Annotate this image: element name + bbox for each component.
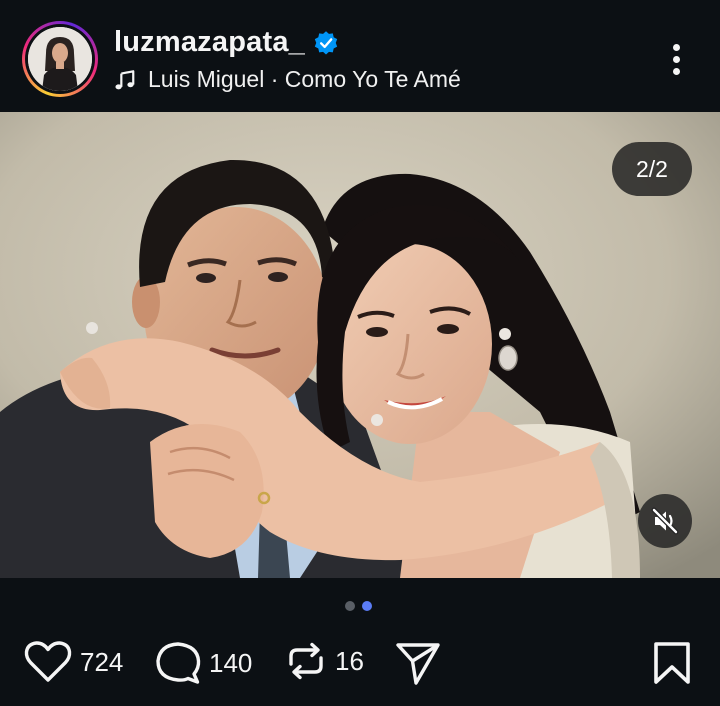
share-button[interactable] (394, 640, 442, 686)
carousel-dot (345, 601, 355, 611)
mute-button[interactable] (638, 494, 692, 548)
carousel-counter: 2/2 (612, 142, 692, 196)
action-bar: 724 140 16 (0, 632, 720, 698)
repost-button[interactable]: 16 (285, 640, 364, 682)
comment-button[interactable]: 140 (155, 640, 252, 686)
carousel-indicator (345, 601, 372, 611)
username[interactable]: luzmazapata_ (114, 26, 305, 59)
like-button[interactable]: 724 (24, 640, 123, 684)
comment-bubble-icon (156, 642, 201, 684)
music-note-icon (115, 69, 135, 89)
save-button[interactable] (652, 640, 692, 686)
send-icon (396, 643, 440, 685)
avatar[interactable] (28, 27, 92, 91)
post-photo[interactable] (0, 112, 720, 578)
post-header: luzmazapata_ Luis Miguel · Como Yo Te Am… (0, 0, 720, 112)
audio-row[interactable]: Luis Miguel · Como Yo Te Amé (114, 66, 461, 93)
more-options-button[interactable] (664, 40, 688, 80)
avatar-story-ring[interactable] (22, 21, 98, 97)
bookmark-icon (654, 642, 690, 684)
speaker-muted-icon (651, 507, 679, 535)
avatar-image (28, 27, 92, 91)
like-count: 724 (80, 646, 124, 677)
repost-count: 16 (335, 645, 364, 676)
heart-icon (24, 641, 72, 682)
photo-illustration (0, 112, 720, 578)
repost-icon (289, 642, 323, 680)
verified-badge-icon (314, 30, 338, 54)
username-row: luzmazapata_ (114, 26, 339, 59)
comment-count: 140 (209, 647, 253, 678)
more-vertical-icon (673, 44, 680, 51)
audio-title: Luis Miguel · Como Yo Te Amé (148, 66, 461, 92)
carousel-dot-active (362, 601, 372, 611)
